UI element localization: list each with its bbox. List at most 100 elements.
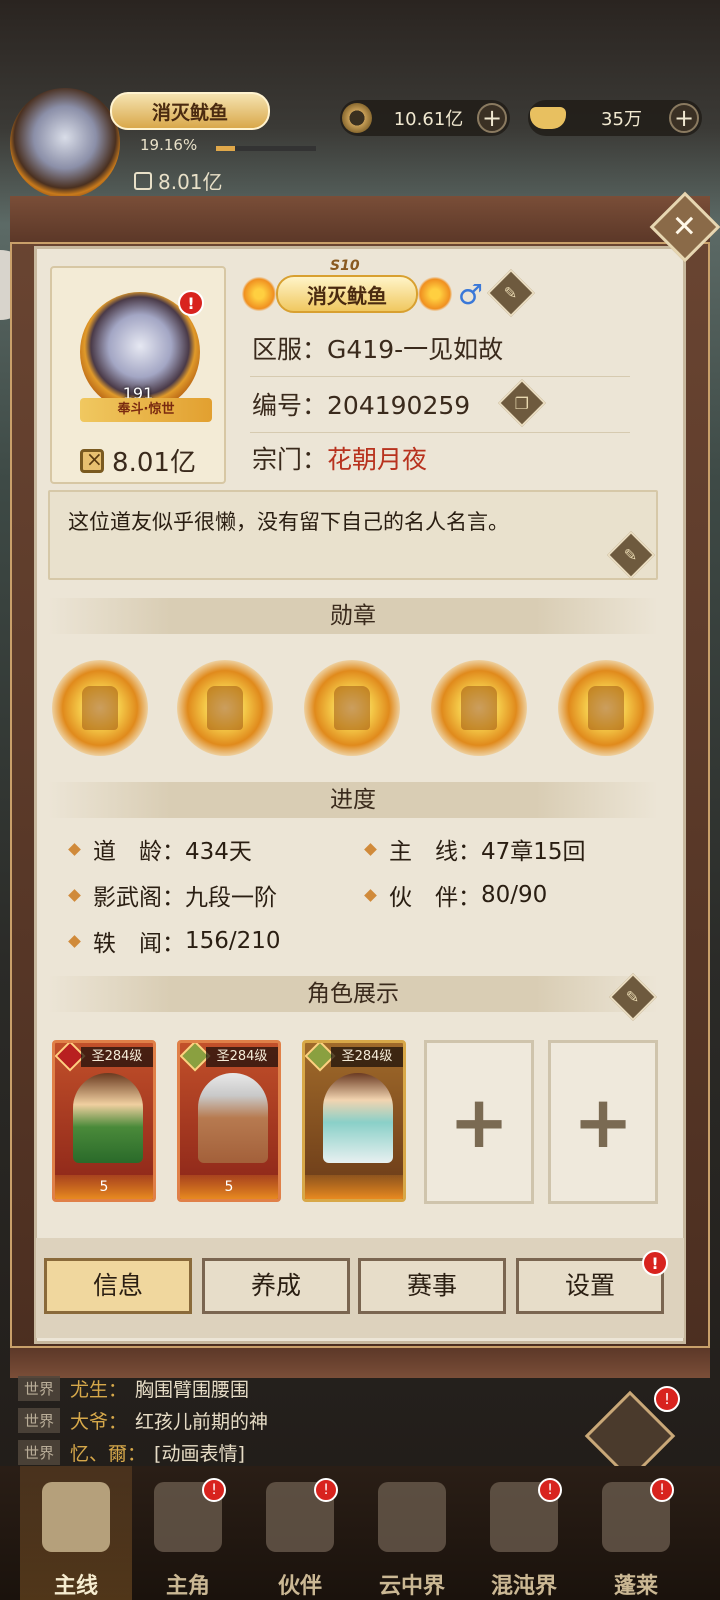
id-label: 编号： [252, 391, 328, 420]
male-gender-icon: ♂ [458, 278, 484, 311]
tab-cultivation[interactable]: 养成 [202, 1258, 350, 1314]
id-row: 编号：204190259 [252, 386, 470, 422]
empty-hero-slot[interactable]: + [424, 1040, 534, 1204]
id-value: 204190259 [327, 391, 471, 420]
gold-value: 35万 [601, 109, 642, 130]
avatar-alert-badge: ! [178, 290, 204, 316]
progress-label: 主 线： [389, 839, 481, 865]
coin-resource: 10.61亿 + [340, 100, 510, 136]
empty-hero-slot[interactable]: + [548, 1040, 658, 1204]
hero-portrait [323, 1073, 393, 1163]
nav-label: 主线 [53, 1574, 98, 1599]
sect-value[interactable]: 花朝月夜 [327, 445, 427, 474]
nav-main-story[interactable]: 主线 [20, 1466, 132, 1600]
medal-figure [588, 686, 624, 730]
world-chat[interactable]: 世界 尤生： 胸围臂围腰围 世界 大爷： 红孩儿前期的神 世界 忆、爾： [动画… [18, 1372, 618, 1468]
copy-icon: ❐ [514, 393, 530, 413]
sect-row: 宗门：花朝月夜 [252, 440, 427, 476]
medal-badge[interactable] [52, 660, 148, 756]
hero-card[interactable]: 圣284级 5 [177, 1040, 281, 1202]
flower-ornament-icon [417, 276, 452, 312]
nav-label: 云中界 [378, 1574, 445, 1599]
player-avatar[interactable] [10, 88, 120, 198]
diamond-bullet-icon [364, 888, 377, 902]
hero-star-count [305, 1175, 403, 1199]
nav-label: 混沌界 [490, 1574, 557, 1599]
flower-ornament-icon [242, 276, 277, 312]
progress-value: 156/210 [185, 928, 281, 954]
progress-item: 伙 伴： 80/90 [364, 878, 548, 912]
nav-partners[interactable]: ! 伙伴 [244, 1466, 356, 1600]
chat-text: [动画表情] [154, 1442, 245, 1465]
avatar-power-value: 8.01亿 [112, 448, 196, 478]
gold-resource: 35万 + [528, 100, 702, 136]
nav-label: 伙伴 [277, 1574, 322, 1599]
tab-info[interactable]: 信息 [44, 1258, 192, 1314]
nav-cloud-realm[interactable]: 云中界 [356, 1466, 468, 1600]
chat-sender: 大爷： [70, 1410, 128, 1433]
hero-level: 圣284级 [81, 1047, 153, 1067]
medals-header: 勋章 [48, 598, 658, 634]
hero-star-count: 5 [55, 1175, 153, 1199]
plus-icon: + [572, 1080, 634, 1164]
sect-label: 宗门： [252, 445, 328, 474]
chat-message: 世界 尤生： 胸围臂围腰围 [18, 1372, 618, 1404]
add-coin-button[interactable]: + [477, 103, 507, 133]
diamond-bullet-icon [68, 888, 81, 902]
chat-message: 世界 忆、爾： [动画表情] [18, 1436, 618, 1468]
nav-protagonist[interactable]: ! 主角 [132, 1466, 244, 1600]
chat-message: 世界 大爷： 红孩儿前期的神 [18, 1404, 618, 1436]
nav-label: 主角 [165, 1574, 210, 1599]
nav-penglai[interactable]: ! 蓬莱 [580, 1466, 692, 1600]
progress-value: 九段一阶 [185, 885, 277, 911]
hero-card[interactable]: 圣284级 5 [52, 1040, 156, 1202]
name-plate: 消灭鱿鱼 [242, 266, 452, 322]
progress-item: 主 线： 47章15回 [364, 832, 586, 866]
progress-value: 80/90 [481, 882, 548, 908]
medal-figure [82, 686, 118, 730]
power-value: 8.01亿 [158, 170, 223, 194]
progress-label: 伙 伴： [389, 885, 481, 911]
power-display: 8.01亿 [134, 166, 223, 195]
avatar-title-banner: 奉斗·惊世 [80, 398, 212, 422]
avatar-card[interactable]: ! 191 奉斗·惊世 8.01亿 [50, 266, 226, 484]
power-icon [80, 447, 105, 473]
chat-channel-tag: 世界 [18, 1407, 61, 1433]
motto-text: 这位道友似乎很懒，没有留下自己的名人名言。 [68, 510, 509, 534]
plus-icon: + [448, 1080, 510, 1164]
medal-badge[interactable] [558, 660, 654, 756]
player-name-plate: 消灭鱿鱼 [110, 92, 270, 130]
divider [250, 432, 630, 433]
medal-badge[interactable] [431, 660, 527, 756]
chat-sender: 忆、爾： [70, 1442, 147, 1465]
medal-badge[interactable] [304, 660, 400, 756]
hero-card[interactable]: 圣284级 [302, 1040, 406, 1202]
progress-item: 影武阁： 九段一阶 [68, 878, 277, 912]
diamond-bullet-icon [364, 842, 377, 856]
hero-portrait [73, 1073, 143, 1163]
crossed-swords-icon [42, 1482, 110, 1552]
server-row: 区服：G419-一见如故 [252, 330, 503, 366]
avatar-power: 8.01亿 [52, 442, 224, 479]
diamond-bullet-icon [68, 842, 81, 856]
tab-events[interactable]: 赛事 [358, 1258, 506, 1314]
chat-text: 红孩儿前期的神 [135, 1410, 269, 1433]
motto-box: 这位道友似乎很懒，没有留下自己的名人名言。 [48, 490, 658, 580]
progress-value: 434天 [185, 839, 252, 865]
progress-label: 影武阁： [93, 885, 185, 911]
nav-chaos-realm[interactable]: ! 混沌界 [468, 1466, 580, 1600]
diamond-bullet-icon [68, 934, 81, 948]
brush-icon: ✎ [624, 545, 638, 565]
add-gold-button[interactable]: + [669, 103, 699, 133]
nav-alert-badge: ! [314, 1478, 338, 1502]
exp-bar [216, 146, 316, 151]
progress-value: 47章15回 [481, 839, 586, 865]
pagoda-icon [378, 1482, 446, 1552]
server-value: G419-一见如故 [327, 335, 504, 364]
medal-figure [334, 686, 370, 730]
hero-level: 圣284级 [331, 1047, 403, 1067]
chat-text: 胸围臂围腰围 [135, 1378, 250, 1401]
medal-badge[interactable] [177, 660, 273, 756]
settings-alert-badge: ! [642, 1250, 668, 1276]
hero-portrait [198, 1073, 268, 1163]
